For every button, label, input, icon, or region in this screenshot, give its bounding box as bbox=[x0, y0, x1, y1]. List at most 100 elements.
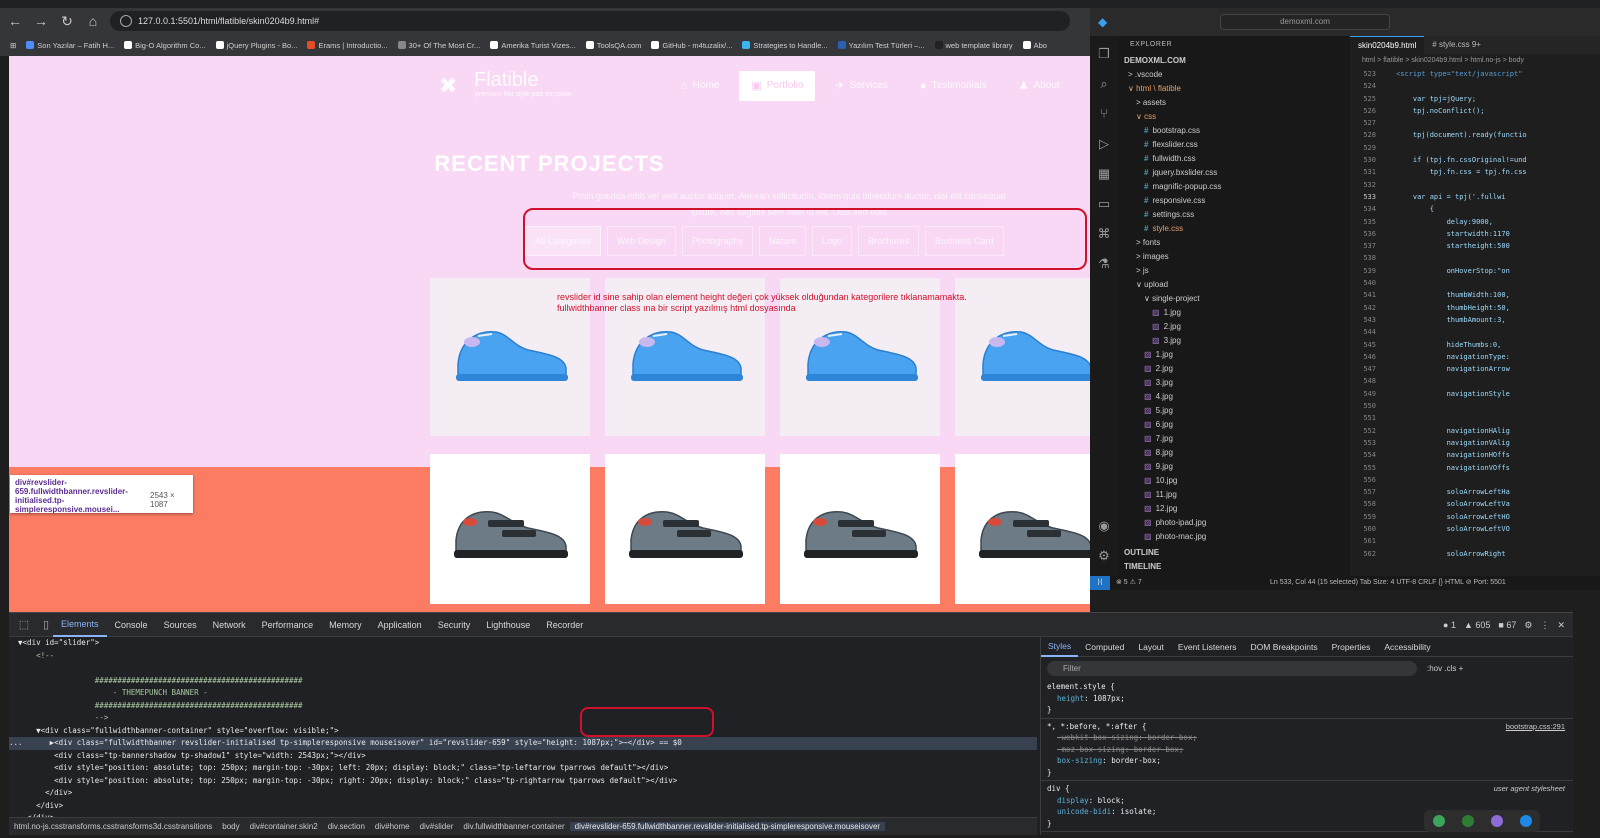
tree-file[interactable]: ▨ 4.jpg bbox=[1118, 390, 1350, 404]
css-declaration[interactable]: -webkit-box-sizing: border-box; bbox=[1047, 732, 1567, 744]
tree-folder[interactable]: > js bbox=[1118, 264, 1350, 278]
problems-count[interactable]: ⊗ 5 ⚠ 7 bbox=[1110, 576, 1230, 590]
bookmark-item[interactable]: Yazılım Test Türleri –... bbox=[837, 41, 925, 50]
dom-crumb[interactable]: div#container.skin2 bbox=[245, 822, 323, 831]
tree-folder[interactable]: > images bbox=[1118, 250, 1350, 264]
styles-tab[interactable]: Layout bbox=[1131, 637, 1171, 657]
tree-file[interactable]: # settings.css bbox=[1118, 208, 1350, 222]
devtools-badge[interactable]: ● 1 bbox=[1443, 620, 1456, 630]
settings-gear-icon[interactable]: ⚙ bbox=[1096, 548, 1112, 564]
bookmark-item[interactable]: 30+ Of The Most Cr... bbox=[397, 41, 480, 50]
testing-icon[interactable]: ⚗ bbox=[1096, 256, 1112, 272]
dom-line[interactable]: </div> bbox=[9, 787, 1037, 800]
dom-line[interactable]: <!-- bbox=[9, 650, 1037, 663]
devtools-tab-elements[interactable]: Elements bbox=[53, 613, 107, 637]
tree-file[interactable]: ▨ 5.jpg bbox=[1118, 404, 1350, 418]
nav-portfolio[interactable]: ▣ Portfolio bbox=[739, 71, 816, 101]
css-source-link[interactable]: bootstrap.css:291 bbox=[1506, 721, 1565, 733]
tree-folder[interactable]: ∨ single-project bbox=[1118, 292, 1350, 306]
styles-tab[interactable]: DOM Breakpoints bbox=[1244, 637, 1325, 657]
devtools-tab-console[interactable]: Console bbox=[107, 613, 156, 637]
tree-folder[interactable]: ∨ upload bbox=[1118, 278, 1350, 292]
product-card[interactable] bbox=[780, 454, 940, 604]
bookmark-item[interactable]: Amerika Turist Vizes... bbox=[490, 41, 576, 50]
devtools-badge[interactable]: ■ 67 bbox=[1498, 620, 1516, 630]
close-icon[interactable]: ✕ bbox=[1557, 620, 1565, 631]
live-share-icon[interactable]: ⌘ bbox=[1096, 226, 1112, 242]
devtools-tab-performance[interactable]: Performance bbox=[254, 613, 322, 637]
dom-line[interactable]: <div style="position: absolute; top: 250… bbox=[9, 762, 1037, 775]
bookmark-item[interactable]: jQuery Plugins - Bo... bbox=[215, 41, 297, 50]
address-bar[interactable]: 127.0.0.1:5501/html/flatible/skin0204b9.… bbox=[110, 11, 1070, 31]
tree-file[interactable]: ▨ 1.jpg bbox=[1118, 306, 1350, 320]
tree-file[interactable]: # style.css bbox=[1118, 222, 1350, 236]
files-icon[interactable]: ❐ bbox=[1096, 46, 1112, 62]
nav-testimonials[interactable]: ● Testimonials bbox=[908, 71, 999, 101]
tree-file[interactable]: ▨ 10.jpg bbox=[1118, 474, 1350, 488]
tree-folder[interactable]: ∨ css bbox=[1118, 110, 1350, 124]
product-card[interactable] bbox=[605, 454, 765, 604]
reload-icon[interactable]: ↻ bbox=[56, 10, 78, 32]
settings-gear-icon[interactable]: ⚙ bbox=[1524, 620, 1532, 631]
account-icon[interactable]: ◉ bbox=[1096, 518, 1112, 534]
css-rule[interactable]: element.style {height: 1087px;} bbox=[1041, 679, 1573, 719]
selected-dom-node[interactable]: ... ▶<div class="fullwidthbanner revslid… bbox=[9, 737, 1037, 750]
styles-tab[interactable]: Computed bbox=[1078, 637, 1131, 657]
styles-tab[interactable]: Properties bbox=[1325, 637, 1378, 657]
back-arrow-icon[interactable]: ← bbox=[4, 10, 26, 32]
devtools-tab-application[interactable]: Application bbox=[370, 613, 430, 637]
css-declaration[interactable]: box-sizing: border-box; bbox=[1047, 755, 1567, 767]
tree-folder[interactable]: ∨ html \ flatible bbox=[1118, 82, 1350, 96]
remote-indicator-icon[interactable]: ⟩⟨ bbox=[1090, 576, 1110, 590]
dom-crumb[interactable]: div#home bbox=[370, 822, 415, 831]
devtools-tab-recorder[interactable]: Recorder bbox=[538, 613, 591, 637]
search-icon[interactable]: ⌕ bbox=[1096, 76, 1112, 92]
tree-file[interactable]: ▨ 2.jpg bbox=[1118, 320, 1350, 334]
tree-folder[interactable]: > assets bbox=[1118, 96, 1350, 110]
editor-tab[interactable]: # style.css 9+ bbox=[1424, 36, 1489, 54]
tree-file[interactable]: # responsive.css bbox=[1118, 194, 1350, 208]
nav-about[interactable]: ♟ About bbox=[1007, 71, 1072, 101]
dom-line[interactable]: ########################################… bbox=[9, 675, 1037, 688]
tree-file[interactable]: ▨ 8.jpg bbox=[1118, 446, 1350, 460]
dom-line[interactable]: ▼<div class="fullwidthbanner-container" … bbox=[9, 725, 1037, 738]
css-source-link[interactable]: user agent stylesheet bbox=[1494, 783, 1565, 795]
extensions-icon[interactable]: ▦ bbox=[1096, 166, 1112, 182]
command-center-search[interactable]: demoxml.com bbox=[1220, 14, 1390, 30]
tree-file[interactable]: # magnific-popup.css bbox=[1118, 180, 1350, 194]
devtools-tab-lighthouse[interactable]: Lighthouse bbox=[478, 613, 538, 637]
dom-crumb[interactable]: div.section bbox=[323, 822, 370, 831]
tray-app-icon[interactable] bbox=[1432, 815, 1445, 827]
source-control-icon[interactable]: ⑂ bbox=[1096, 106, 1112, 122]
hov-cls-toggles[interactable]: :hov .cls + bbox=[1427, 664, 1463, 673]
dom-crumb[interactable]: div.fullwidthbanner-container bbox=[458, 822, 569, 831]
tree-file[interactable]: ▨ 9.jpg bbox=[1118, 460, 1350, 474]
site-info-icon[interactable] bbox=[120, 15, 132, 27]
product-card[interactable] bbox=[430, 454, 590, 604]
tree-file[interactable]: # bootstrap.css bbox=[1118, 124, 1350, 138]
editor-status[interactable]: Ln 533, Col 44 (15 selected) Tab Size: 4… bbox=[1230, 576, 1506, 590]
tree-file[interactable]: ▨ 12.jpg bbox=[1118, 502, 1350, 516]
dom-line[interactable]: ▼<div id="slider"> bbox=[9, 637, 1037, 650]
dom-line[interactable]: </div> bbox=[9, 800, 1037, 813]
tree-file[interactable]: ▨ 11.jpg bbox=[1118, 488, 1350, 502]
timeline-section[interactable]: TIMELINE bbox=[1118, 560, 1350, 574]
tree-file[interactable]: ▨ photo-mac.jpg bbox=[1118, 530, 1350, 544]
nav-home[interactable]: ⌂ Home bbox=[669, 71, 731, 101]
tree-folder[interactable]: > .vscode bbox=[1118, 68, 1350, 82]
bookmark-item[interactable]: Abo bbox=[1022, 41, 1047, 50]
dom-line[interactable]: <div style="position: absolute; top: 250… bbox=[9, 775, 1037, 788]
workspace-root[interactable]: DEMOXML.COM bbox=[1118, 54, 1350, 68]
dom-line[interactable]: ########################################… bbox=[9, 700, 1037, 713]
dom-crumb[interactable]: div#revslider-659.fullwidthbanner.revsli… bbox=[569, 822, 886, 831]
bookmark-item[interactable]: Strategies to Handle... bbox=[742, 41, 828, 50]
editor-tab[interactable]: skin0204b9.html bbox=[1350, 36, 1425, 54]
css-declaration[interactable]: display: block; bbox=[1047, 795, 1567, 807]
tree-file[interactable]: # fullwidth.css bbox=[1118, 152, 1350, 166]
bookmark-item[interactable]: web template library bbox=[934, 41, 1013, 50]
remote-explorer-icon[interactable]: ▭ bbox=[1096, 196, 1112, 212]
bookmark-item[interactable]: ToolsQA.com bbox=[585, 41, 641, 50]
more-options-icon[interactable]: ⋮ bbox=[1540, 620, 1549, 631]
tree-file[interactable]: ▨ 7.jpg bbox=[1118, 432, 1350, 446]
css-rule[interactable]: *, *:before, *:after {bootstrap.css:291-… bbox=[1041, 719, 1573, 781]
